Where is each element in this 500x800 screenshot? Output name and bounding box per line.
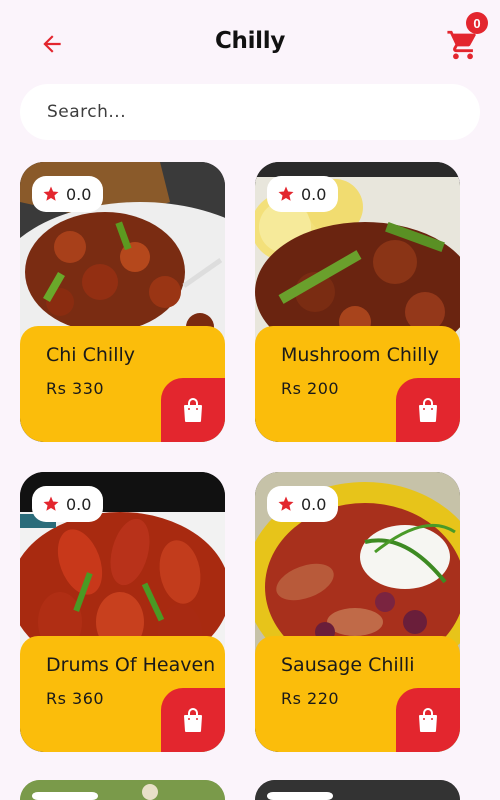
product-info: Chi Chilly Rs 330 <box>20 326 225 442</box>
add-to-cart-button[interactable] <box>396 378 460 442</box>
cart-count-badge: 0 <box>466 12 488 34</box>
product-price: Rs 200 <box>281 379 340 398</box>
shopping-bag-icon <box>419 708 437 732</box>
product-name: Mushroom Chilly <box>281 344 439 366</box>
product-image <box>20 780 225 800</box>
product-name: Chi Chilly <box>46 344 136 366</box>
product-card[interactable] <box>255 780 460 800</box>
product-image <box>255 780 460 800</box>
star-icon <box>278 496 294 511</box>
search-input[interactable] <box>47 102 447 122</box>
rating-badge: 0.0 <box>32 176 104 212</box>
cart-button[interactable]: 0 <box>446 12 488 64</box>
rating-badge: 0.0 <box>267 486 339 522</box>
product-name: Drums Of Heaven <box>46 654 216 676</box>
product-card[interactable]: 0.0 Drums Of Heaven Rs 360 <box>20 472 225 752</box>
rating-badge: 0.0 <box>267 176 339 212</box>
product-card[interactable]: 0.0 Chi Chilly Rs 330 <box>20 162 225 442</box>
star-icon <box>43 496 59 511</box>
star-icon <box>278 186 294 201</box>
rating-badge: 0.0 <box>32 486 104 522</box>
product-price: Rs 220 <box>281 689 340 708</box>
shopping-bag-icon <box>184 708 202 732</box>
product-price: Rs 330 <box>46 379 105 398</box>
product-info: Drums Of Heaven Rs 360 <box>20 636 225 752</box>
rating-value: 0.0 <box>301 184 327 204</box>
rating-value: 0.0 <box>66 494 92 514</box>
search-bar[interactable] <box>20 84 480 140</box>
product-name: Sausage Chilli <box>281 654 415 676</box>
shopping-bag-icon <box>184 398 202 422</box>
app-header: Chilly 0 <box>0 0 500 84</box>
page-title: Chilly <box>214 28 286 54</box>
product-info: Sausage Chilli Rs 220 <box>255 636 460 752</box>
rating-value: 0.0 <box>301 494 327 514</box>
add-to-cart-button[interactable] <box>161 378 225 442</box>
product-card[interactable] <box>20 780 225 800</box>
product-info: Mushroom Chilly Rs 200 <box>255 326 460 442</box>
add-to-cart-button[interactable] <box>396 688 460 752</box>
product-card[interactable]: 0.0 Sausage Chilli Rs 220 <box>255 472 460 752</box>
star-icon <box>43 186 59 201</box>
add-to-cart-button[interactable] <box>161 688 225 752</box>
rating-value: 0.0 <box>66 184 92 204</box>
product-price: Rs 360 <box>46 689 105 708</box>
product-card[interactable]: 0.0 Mushroom Chilly Rs 200 <box>255 162 460 442</box>
shopping-bag-icon <box>419 398 437 422</box>
